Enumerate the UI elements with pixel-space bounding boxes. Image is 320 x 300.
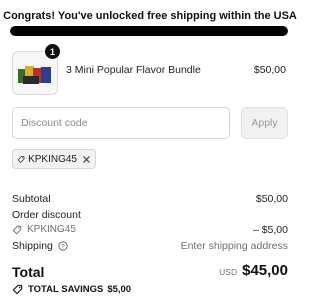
shipping-label: Shipping [12, 240, 53, 252]
product-price: $50,00 [253, 64, 286, 76]
subtotal-value: $50,00 [255, 193, 288, 205]
remove-discount-button[interactable] [82, 155, 91, 164]
subtotal-label: Subtotal [12, 193, 51, 205]
savings-label: TOTAL SAVINGS [28, 284, 104, 295]
total-value: $45,00 [242, 262, 288, 279]
shipping-progress-bar [10, 26, 288, 36]
tag-icon [12, 284, 23, 295]
total-savings-row: TOTAL SAVINGS $5,00 [12, 284, 131, 295]
close-icon [83, 155, 90, 163]
apply-discount-button[interactable]: Apply [241, 107, 288, 139]
total-label: Total [12, 264, 45, 280]
banner-text: Congrats! You've unlocked free shipping … [3, 10, 297, 22]
shipping-progress-fill [10, 26, 288, 36]
currency-code: USD [219, 267, 238, 277]
svg-text:?: ? [61, 243, 65, 250]
shipping-info-button[interactable]: ? [58, 241, 68, 251]
product-name: 3 Mini Popular Flavor Bundle [66, 64, 201, 76]
shipping-value: Enter shipping address [180, 240, 288, 252]
order-discount-value: – $5,00 [252, 224, 288, 236]
shipping-label-row: Shipping ? [12, 240, 68, 252]
applied-discount-chip: KPKING45 [12, 149, 96, 169]
savings-value: $5,00 [107, 284, 132, 295]
order-discount-label: Order discount [12, 209, 81, 221]
order-discount-code-row: KPKING45 [12, 224, 76, 235]
tag-icon [12, 225, 22, 234]
tag-icon [17, 155, 25, 163]
total-amount: USD $45,00 [219, 262, 288, 279]
order-discount-code: KPKING45 [27, 224, 76, 235]
quantity-badge: 1 [45, 44, 60, 59]
info-icon: ? [58, 241, 68, 251]
discount-code-input[interactable] [12, 107, 230, 139]
applied-discount-code: KPKING45 [28, 153, 77, 165]
